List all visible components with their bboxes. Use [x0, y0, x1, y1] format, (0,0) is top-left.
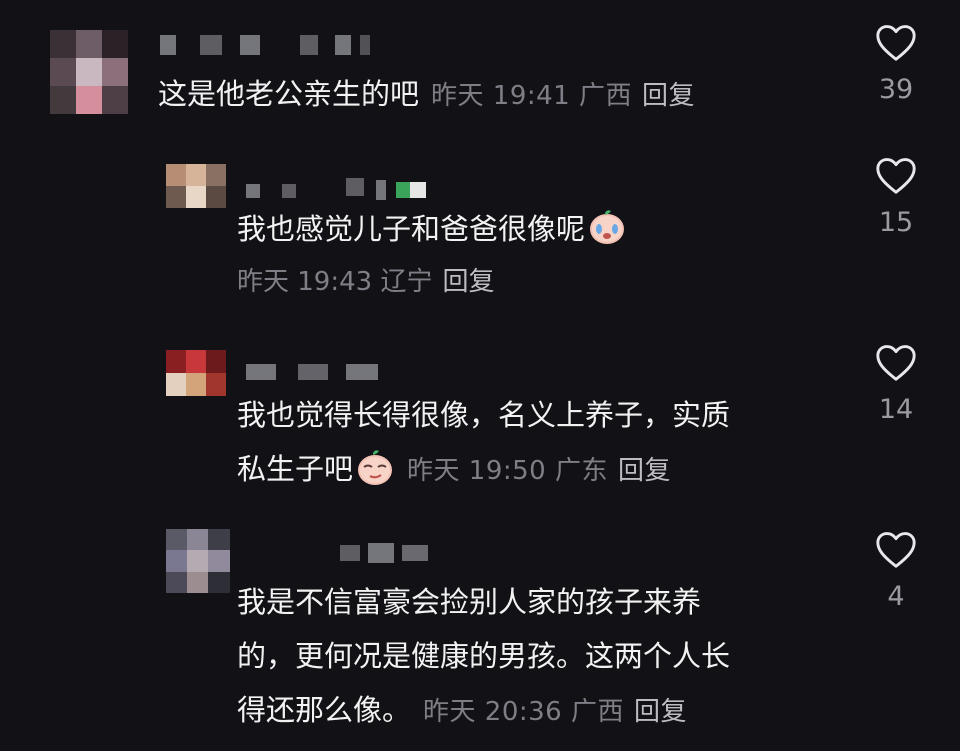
comment-meta: 昨天 19:50 广东 回复 — [407, 456, 671, 486]
like-count: 4 — [887, 581, 905, 612]
avatar-blurred[interactable] — [50, 30, 128, 114]
comment-body-end: 得还那么像。 — [237, 693, 412, 727]
comment-time: 昨天 19:50 — [407, 456, 547, 486]
comment-text: 这是他老公亲生的吧 昨天 19:41 广西 回复 — [158, 67, 695, 123]
like-count: 39 — [878, 74, 914, 105]
comment-location: 广西 — [578, 81, 632, 111]
comment-text: 我也感觉儿子和爸爸很像呢 — [237, 202, 627, 256]
comment-body-line3: 得还那么像。 昨天 20:36 广西 回复 — [237, 683, 730, 739]
comment-body-end: 私生子吧 — [237, 452, 354, 486]
comment-location: 广西 — [570, 697, 624, 727]
crying-emoji-icon — [590, 210, 625, 244]
comment-body: 我也感觉儿子和爸爸很像呢 — [237, 212, 586, 246]
comment-location: 辽宁 — [380, 267, 433, 297]
comment-4: 我是不信富豪会捡别人家的孩子来养 的，更何况是健康的男孩。这两个人长 得还那么像… — [0, 515, 960, 751]
comment-1: 这是他老公亲生的吧 昨天 19:41 广西 回复 39 — [0, 0, 960, 140]
like-button[interactable]: 4 — [866, 529, 926, 612]
comment-meta: 昨天 19:43 辽宁 回复 — [237, 264, 495, 300]
comment-3: 我也觉得长得很像，名义上养子，实质 私生子吧 昨天 19:50 广东 回复 14 — [0, 330, 960, 520]
like-count: 14 — [878, 394, 914, 425]
comment-time: 昨天 19:43 — [237, 267, 373, 297]
heart-outline-icon — [876, 345, 916, 381]
avatar-blurred[interactable] — [166, 164, 226, 208]
comment-body-line1: 我是不信富豪会捡别人家的孩子来养 — [237, 585, 702, 619]
heart-outline-icon — [876, 532, 916, 568]
like-button[interactable]: 14 — [866, 342, 926, 425]
heart-outline-icon — [876, 25, 916, 61]
like-button[interactable]: 39 — [866, 22, 926, 105]
comment-body: 这是他老公亲生的吧 — [158, 77, 420, 111]
heart-outline-icon — [876, 158, 916, 194]
comment-body-line1: 我也觉得长得很像，名义上养子，实质 — [237, 398, 731, 432]
reply-button[interactable]: 回复 — [634, 697, 687, 727]
username-blurred[interactable] — [246, 178, 426, 200]
reply-button[interactable]: 回复 — [442, 267, 494, 297]
like-count: 15 — [878, 207, 914, 238]
username-blurred[interactable] — [160, 35, 370, 55]
like-button[interactable]: 15 — [866, 155, 926, 238]
comment-body-line2: 的，更何况是健康的男孩。这两个人长 — [237, 639, 731, 673]
comment-text: 我是不信富豪会捡别人家的孩子来养 的，更何况是健康的男孩。这两个人长 得还那么像… — [237, 575, 730, 739]
reply-button[interactable]: 回复 — [618, 456, 671, 486]
comment-text: 我也觉得长得很像，名义上养子，实质 私生子吧 昨天 19:50 广东 回复 — [237, 388, 730, 498]
reply-button[interactable]: 回复 — [642, 81, 695, 111]
avatar-blurred[interactable] — [166, 350, 226, 396]
comment-meta: 昨天 19:41 广西 回复 — [431, 81, 695, 111]
smug-emoji-icon — [358, 450, 393, 485]
username-blurred[interactable] — [246, 362, 386, 382]
comment-time: 昨天 20:36 — [423, 697, 563, 727]
comment-body-line2: 私生子吧 昨天 19:50 广东 回复 — [237, 442, 730, 498]
comment-2: 我也感觉儿子和爸爸很像呢 昨天 19:43 辽宁 回复 15 — [0, 140, 960, 320]
comment-location: 广东 — [554, 456, 608, 486]
avatar-blurred[interactable] — [166, 529, 230, 593]
comment-meta: 昨天 20:36 广西 回复 — [423, 697, 687, 727]
comment-time: 昨天 19:41 — [431, 81, 571, 111]
username-blurred[interactable] — [340, 543, 430, 563]
